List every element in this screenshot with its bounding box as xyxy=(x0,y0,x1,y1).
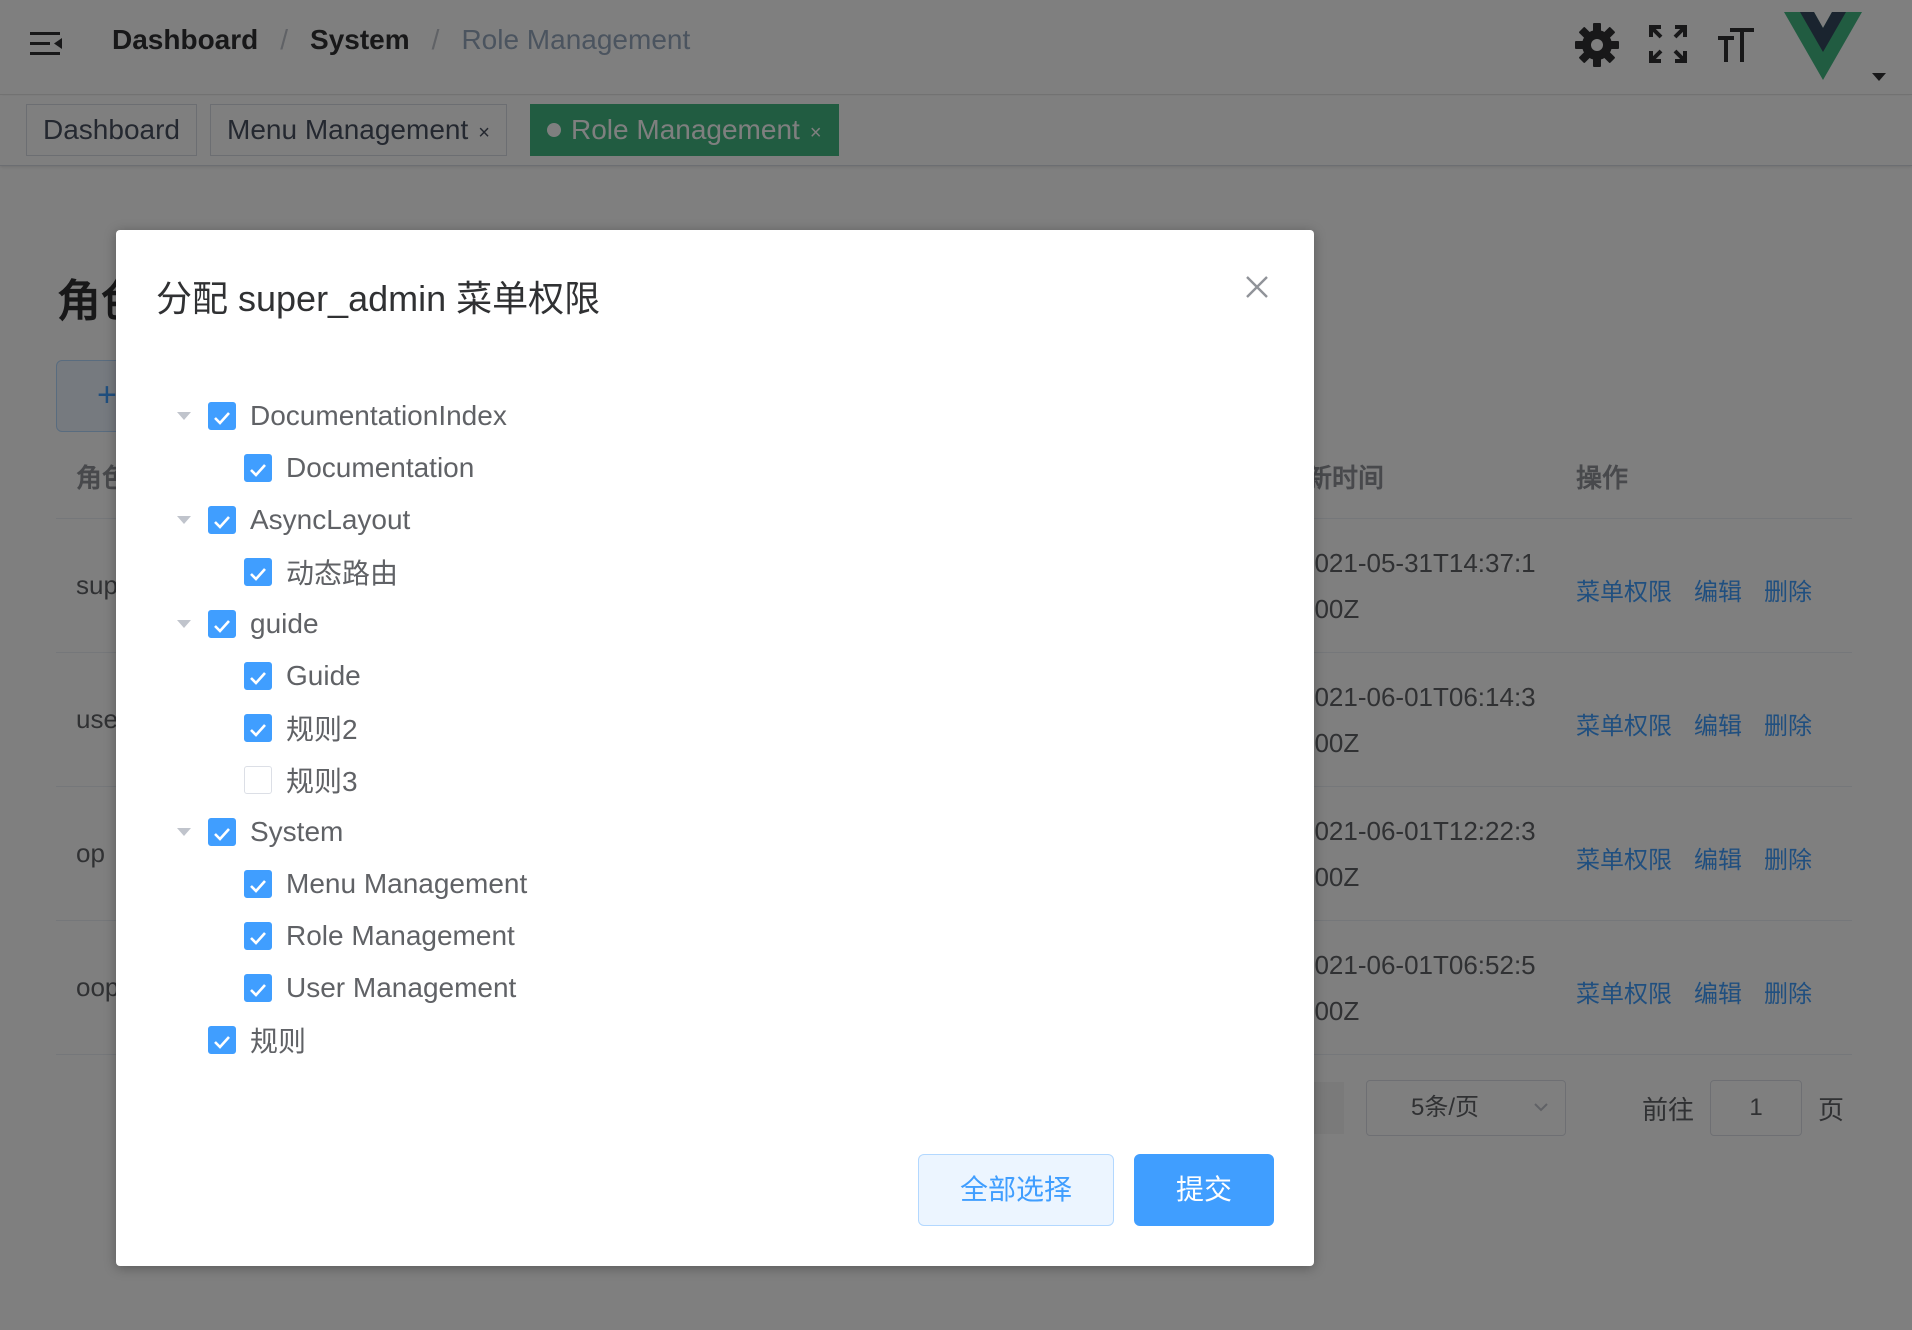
tree-node[interactable]: 规则2 xyxy=(172,702,1172,754)
close-icon[interactable] xyxy=(1244,274,1270,300)
caret-down-icon[interactable] xyxy=(172,404,196,428)
tree-node-label: AsyncLayout xyxy=(250,504,411,535)
tree-node-label: 规则2 xyxy=(286,714,358,745)
tree-node[interactable]: 规则 xyxy=(172,1014,1172,1066)
tree-node[interactable]: guide xyxy=(172,598,1172,650)
tree-checkbox[interactable] xyxy=(244,454,272,482)
submit-button[interactable]: 提交 xyxy=(1134,1154,1274,1226)
caret-down-icon[interactable] xyxy=(172,820,196,844)
tree-checkbox[interactable] xyxy=(244,766,272,794)
permission-tree: DocumentationIndex Documentation AsyncLayo… xyxy=(172,390,1172,1066)
check-icon xyxy=(213,400,231,432)
caret-down-icon[interactable] xyxy=(172,508,196,532)
tree-node-label: 动态路由 xyxy=(286,558,399,589)
check-icon xyxy=(213,608,231,640)
tree-node-label: User Management xyxy=(286,972,517,1003)
check-icon xyxy=(213,1024,231,1056)
tree-node-label: Guide xyxy=(286,660,361,691)
tree-checkbox[interactable] xyxy=(244,558,272,586)
check-icon xyxy=(249,868,267,900)
check-icon xyxy=(249,556,267,588)
check-icon xyxy=(249,452,267,484)
tree-checkbox[interactable] xyxy=(244,974,272,1002)
check-icon xyxy=(249,712,267,744)
select-all-button[interactable]: 全部选择 xyxy=(918,1154,1114,1226)
tree-checkbox[interactable] xyxy=(244,662,272,690)
tree-node-label: DocumentationIndex xyxy=(250,400,507,431)
tree-node-label: 规则3 xyxy=(286,766,358,797)
tree-node[interactable]: System xyxy=(172,806,1172,858)
tree-node[interactable]: User Management xyxy=(172,962,1172,1014)
tree-node-label: Menu Management xyxy=(286,868,528,899)
check-icon xyxy=(249,920,267,952)
tree-node[interactable]: Guide xyxy=(172,650,1172,702)
tree-checkbox[interactable] xyxy=(244,870,272,898)
tree-node[interactable]: Menu Management xyxy=(172,858,1172,910)
tree-checkbox[interactable] xyxy=(208,506,236,534)
caret-down-icon[interactable] xyxy=(172,612,196,636)
assign-menu-permission-dialog: 分配 super_admin 菜单权限 DocumentationIndex Do… xyxy=(116,230,1314,1266)
tree-checkbox[interactable] xyxy=(244,714,272,742)
tree-node[interactable]: 规则3 xyxy=(172,754,1172,806)
tree-node-label: 规则 xyxy=(250,1026,307,1057)
tree-node-label: Documentation xyxy=(286,452,475,483)
tree-node[interactable]: Documentation xyxy=(172,442,1172,494)
tree-node[interactable]: AsyncLayout xyxy=(172,494,1172,546)
check-icon xyxy=(213,816,231,848)
check-icon xyxy=(213,504,231,536)
tree-node[interactable]: Role Management xyxy=(172,910,1172,962)
tree-checkbox[interactable] xyxy=(208,818,236,846)
tree-checkbox[interactable] xyxy=(208,1026,236,1054)
tree-node[interactable]: DocumentationIndex xyxy=(172,390,1172,442)
tree-node-label: Role Management xyxy=(286,920,515,951)
tree-node-label: guide xyxy=(250,608,319,639)
dialog-title: 分配 super_admin 菜单权限 xyxy=(156,278,601,319)
tree-node[interactable]: 动态路由 xyxy=(172,546,1172,598)
check-icon xyxy=(249,972,267,1004)
tree-checkbox[interactable] xyxy=(244,922,272,950)
tree-checkbox[interactable] xyxy=(208,402,236,430)
check-icon xyxy=(249,660,267,692)
tree-node-label: System xyxy=(250,816,344,847)
tree-checkbox[interactable] xyxy=(208,610,236,638)
